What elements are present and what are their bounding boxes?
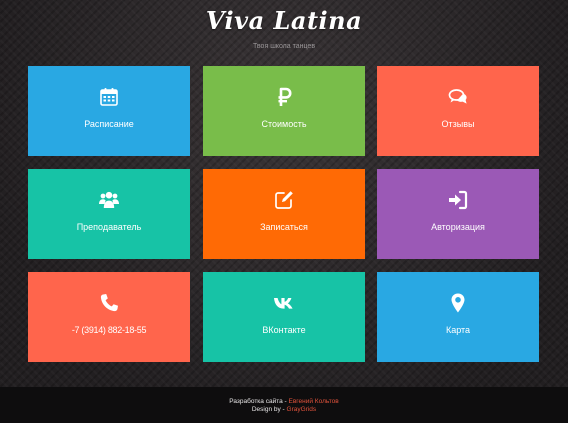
tile-teacher[interactable]: Преподаватель — [28, 169, 190, 259]
vk-icon — [203, 292, 365, 314]
tile-label: Записаться — [260, 222, 308, 232]
sign-in-icon — [377, 189, 539, 211]
developer-credit-prefix: Разработка сайта - — [229, 398, 289, 405]
calendar-icon — [28, 86, 190, 108]
design-link[interactable]: GrayGrids — [287, 406, 317, 413]
tile-signup[interactable]: Записаться — [203, 169, 365, 259]
site-title[interactable]: Viva Latina — [0, 6, 568, 35]
tile-label: ВКонтакте — [262, 325, 306, 335]
site-footer: Разработка сайта - Евгений Кольтов Desig… — [0, 387, 568, 423]
tile-label: -7 (3914) 882-18-55 — [71, 325, 147, 335]
tile-vk[interactable]: ВКонтакте — [203, 272, 365, 362]
site-subtitle: Твоя школа танцев — [252, 43, 316, 50]
tile-price[interactable]: Стоимость — [203, 66, 365, 156]
developer-credit: Разработка сайта - Евгений Кольтов — [0, 398, 568, 405]
tile-label: Отзывы — [441, 119, 475, 129]
tile-map[interactable]: Карта — [377, 272, 539, 362]
tile-reviews[interactable]: Отзывы — [377, 66, 539, 156]
ruble-icon — [203, 86, 365, 108]
phone-icon — [28, 292, 190, 314]
tile-phone[interactable]: -7 (3914) 882-18-55 — [28, 272, 190, 362]
tile-login[interactable]: Авторизация — [377, 169, 539, 259]
design-credit: Design by - GrayGrids — [0, 406, 568, 413]
design-credit-prefix: Design by - — [251, 406, 287, 413]
tile-label: Авторизация — [431, 222, 485, 232]
tile-label: Расписание — [84, 119, 134, 129]
comments-icon — [377, 86, 539, 108]
map-marker-icon — [377, 292, 539, 314]
tile-label: Стоимость — [261, 119, 307, 129]
tile-schedule[interactable]: Расписание — [28, 66, 190, 156]
site-header: Viva Latina Твоя школа танцев — [0, 0, 568, 60]
developer-link[interactable]: Евгений Кольтов — [289, 398, 339, 405]
edit-icon — [203, 189, 365, 211]
tile-label: Преподаватель — [76, 222, 142, 232]
menu-grid: Расписание Стоимость Отзывы Преподавател… — [28, 66, 539, 362]
users-icon — [28, 189, 190, 211]
tile-label: Карта — [445, 325, 471, 335]
